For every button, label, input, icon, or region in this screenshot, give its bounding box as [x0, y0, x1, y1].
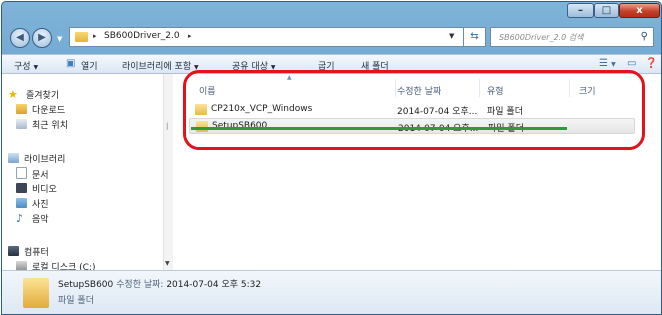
maximize-button[interactable]: □: [594, 3, 619, 18]
nav-libraries[interactable]: 라이브러리: [8, 152, 65, 165]
nav-music[interactable]: ♪ 음악: [16, 212, 49, 225]
folder-large-icon: [23, 278, 49, 308]
include-in-library-button[interactable]: 라이브러리에 포함 ▼: [122, 59, 199, 72]
annotation-highlight-oval: [183, 70, 645, 150]
breadcrumb-arrow-icon[interactable]: ▸: [93, 32, 97, 40]
nav-documents[interactable]: 문서: [16, 167, 49, 181]
details-title-line: SetupSB600 수정한 날짜: 2014-07-04 오후 5:32: [58, 277, 261, 290]
address-bar[interactable]: ▸ SB600Driver_2.0 ▸ ▼: [69, 27, 464, 47]
annotation-underline: [191, 127, 567, 130]
help-icon[interactable]: ❓: [645, 58, 657, 69]
computer-icon: [8, 246, 19, 256]
scroll-down-icon[interactable]: ▼: [165, 260, 170, 267]
pictures-icon: [16, 198, 27, 208]
nav-pictures[interactable]: 사진: [16, 197, 49, 210]
details-modified-label: 수정한 날짜:: [116, 280, 164, 290]
nav-computer[interactable]: 컴퓨터: [8, 245, 49, 258]
refresh-button[interactable]: ⇆: [464, 27, 486, 47]
details-type: 파일 폴더: [58, 296, 94, 306]
breadcrumb-current[interactable]: SB600Driver_2.0: [104, 31, 180, 41]
back-button[interactable]: ◀: [10, 28, 30, 48]
forward-button[interactable]: ▶: [32, 28, 52, 48]
nav-downloads[interactable]: 다운로드: [16, 103, 65, 116]
scroll-grip-icon: |: [166, 122, 169, 130]
music-icon: ♪: [16, 212, 24, 225]
documents-icon: [16, 167, 27, 179]
address-dropdown-icon[interactable]: ▼: [449, 32, 454, 40]
close-button[interactable]: x: [619, 3, 660, 18]
search-placeholder: SB600Driver_2.0 검색: [499, 33, 584, 42]
nav-scrollbar[interactable]: | ▼: [163, 74, 173, 270]
open-button[interactable]: 열기: [81, 59, 98, 72]
view-options-icon[interactable]: ☰ ▼: [599, 58, 616, 69]
organize-button[interactable]: 구성 ▼: [14, 59, 38, 72]
star-icon: ★: [8, 88, 18, 101]
title-bar: – □ x: [2, 2, 661, 20]
preview-pane-icon[interactable]: ▭: [627, 58, 636, 69]
breadcrumb-arrow-icon[interactable]: ▸: [188, 32, 192, 40]
details-pane: SetupSB600 수정한 날짜: 2014-07-04 오후 5:32 파일…: [2, 270, 661, 314]
recent-pages-dropdown-icon[interactable]: ▼: [57, 35, 62, 43]
folder-icon: [75, 32, 88, 42]
downloads-folder-icon: [16, 104, 27, 114]
search-box[interactable]: SB600Driver_2.0 검색 ⚲: [490, 27, 654, 47]
details-name: SetupSB600: [58, 280, 114, 290]
open-icon: ▣: [66, 58, 76, 69]
nav-recent[interactable]: 최근 위치: [16, 118, 68, 131]
navigation-bar: ◀ ▶ ▼ ▸ SB600Driver_2.0 ▸ ▼ ⇆ SB600Drive…: [2, 20, 661, 54]
explorer-window: – □ x ◀ ▶ ▼ ▸ SB600Driver_2.0 ▸ ▼ ⇆ SB60…: [1, 1, 662, 315]
video-icon: [16, 183, 27, 193]
recent-places-icon: [16, 119, 27, 129]
search-icon[interactable]: ⚲: [641, 31, 648, 42]
details-modified-value: 2014-07-04 오후 5:32: [166, 280, 262, 290]
nav-videos[interactable]: 비디오: [16, 182, 57, 195]
navigation-pane: ★ 즐겨찾기 다운로드 최근 위치 라이브러리 문서 비디오 사진 ♪ 음악 컴퓨터…: [2, 74, 173, 273]
library-icon: [8, 153, 19, 163]
minimize-button[interactable]: –: [567, 3, 594, 18]
nav-favorites[interactable]: ★ 즐겨찾기: [8, 88, 59, 101]
